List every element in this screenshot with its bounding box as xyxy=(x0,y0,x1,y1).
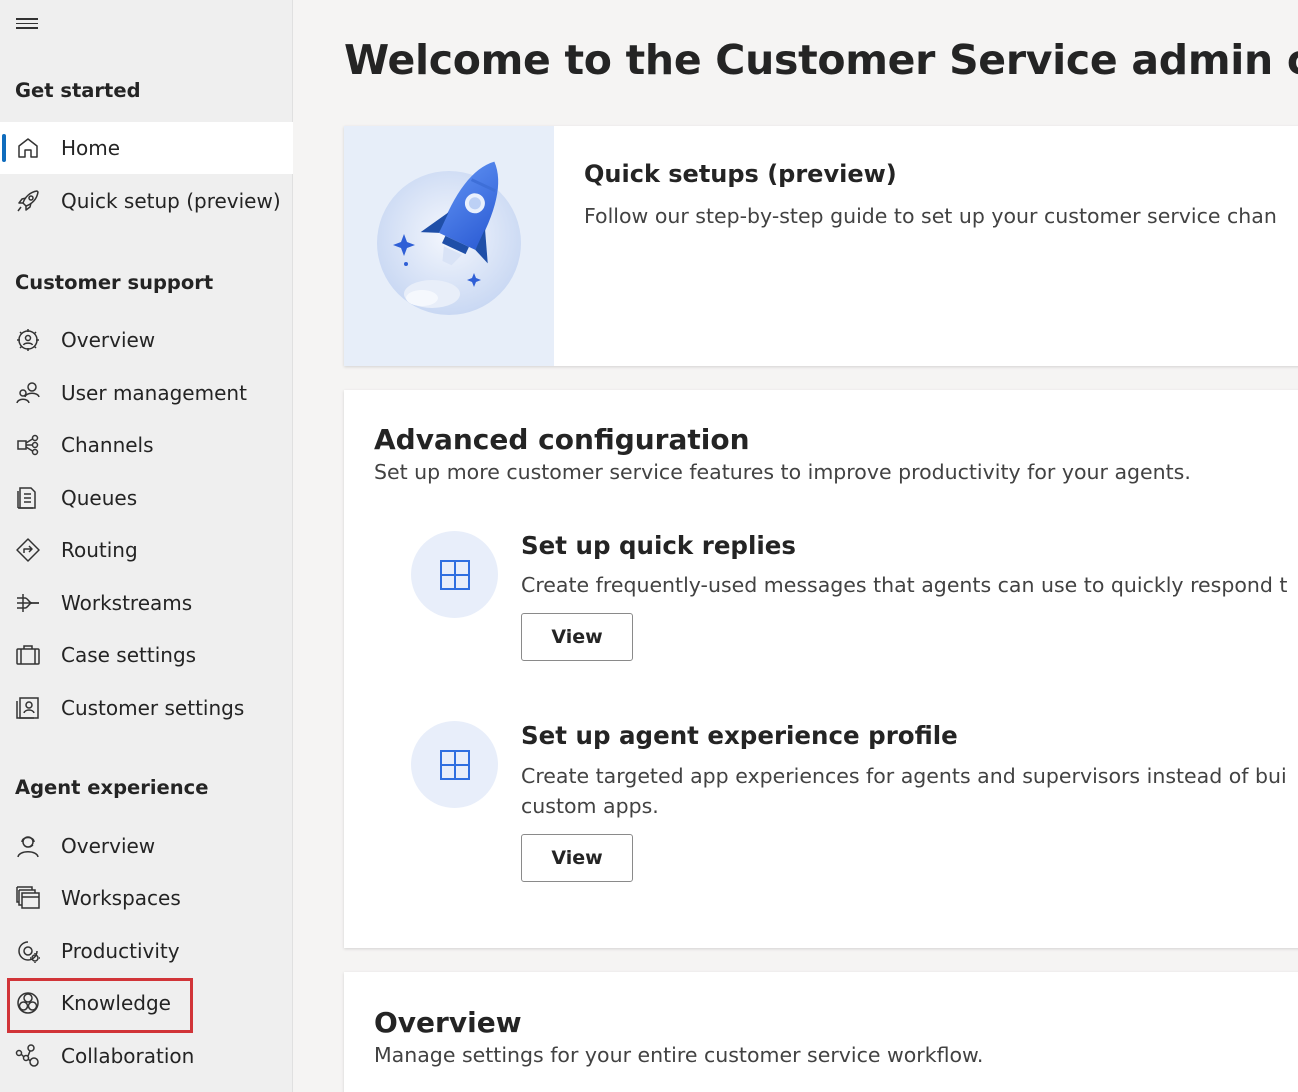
overview-description: Manage settings for your entire customer… xyxy=(374,1043,984,1067)
sidebar-item-label: Channels xyxy=(61,433,154,457)
sidebar-item-channels[interactable]: Channels xyxy=(0,419,293,471)
overview-card: Overview Manage settings for your entire… xyxy=(344,972,1298,1092)
overview-title: Overview xyxy=(374,1006,522,1039)
productivity-icon xyxy=(15,938,41,964)
agent-experience-profile-description-line-1: Create targeted app experiences for agen… xyxy=(521,764,1287,788)
channels-icon xyxy=(15,432,41,458)
agent-experience-profile-title: Set up agent experience profile xyxy=(521,721,958,750)
sidebar-item-workspaces[interactable]: Workspaces xyxy=(0,872,293,924)
sidebar-item-collaboration[interactable]: Collaboration xyxy=(0,1030,293,1082)
section-title-get-started: Get started xyxy=(15,79,141,102)
sidebar-item-label: Routing xyxy=(61,538,138,562)
headset-person-icon xyxy=(15,833,41,859)
sidebar-item-label: Collaboration xyxy=(61,1044,195,1068)
contact-card-icon xyxy=(15,695,41,721)
rocket-icon xyxy=(15,188,41,214)
sidebar-item-productivity[interactable]: Productivity xyxy=(0,925,293,977)
sidebar-item-label: Overview xyxy=(61,328,156,352)
quick-replies-title: Set up quick replies xyxy=(521,531,796,560)
agent-experience-profile-view-button[interactable]: View xyxy=(521,834,633,882)
home-icon xyxy=(15,135,41,161)
workspaces-icon xyxy=(15,885,41,911)
section-title-agent-experience: Agent experience xyxy=(15,776,209,799)
rocket-illustration xyxy=(344,126,554,366)
advanced-configuration-description: Set up more customer service features to… xyxy=(374,460,1191,484)
advanced-configuration-card: Advanced configuration Set up more custo… xyxy=(344,390,1298,948)
sidebar-item-label: Home xyxy=(61,136,121,160)
sidebar-item-label: Quick setup (preview) xyxy=(61,189,281,213)
briefcase-icon xyxy=(15,642,41,668)
grid-icon xyxy=(411,721,498,808)
advanced-configuration-title: Advanced configuration xyxy=(374,423,750,456)
sidebar-item-label: Workspaces xyxy=(61,886,181,910)
main-content: Welcome to the Customer Service admin ce… xyxy=(294,0,1298,1092)
sidebar-item-label: Workstreams xyxy=(61,591,193,615)
sidebar-item-home[interactable]: Home xyxy=(0,122,293,174)
collaboration-icon xyxy=(15,1043,41,1069)
sidebar-item-label: User management xyxy=(61,381,247,405)
quick-setup-description: Follow our step-by-step guide to set up … xyxy=(584,204,1277,228)
routing-icon xyxy=(15,537,41,563)
sidebar-item-label: Case settings xyxy=(61,643,197,667)
sidebar-item-routing[interactable]: Routing xyxy=(0,524,293,576)
quick-replies-view-button[interactable]: View xyxy=(521,613,633,661)
section-title-customer-support: Customer support xyxy=(15,271,214,294)
sidebar-item-user-management[interactable]: User management xyxy=(0,367,293,419)
sidebar: Get started Home Quick setup (preview) C… xyxy=(0,0,293,1092)
workstreams-icon xyxy=(15,590,41,616)
gear-people-icon xyxy=(15,327,41,353)
people-icon xyxy=(15,380,41,406)
quick-setup-card[interactable]: Quick setups (preview) Follow our step-b… xyxy=(344,126,1298,366)
hamburger-menu-icon[interactable] xyxy=(16,18,38,34)
sidebar-item-label: Customer settings xyxy=(61,696,245,720)
sidebar-item-case-settings[interactable]: Case settings xyxy=(0,629,293,681)
sidebar-item-label: Queues xyxy=(61,486,138,510)
agent-experience-profile-description-line-2: custom apps. xyxy=(521,794,659,818)
sidebar-item-queues[interactable]: Queues xyxy=(0,472,293,524)
quick-setup-title: Quick setups (preview) xyxy=(584,160,897,188)
sidebar-item-label: Productivity xyxy=(61,939,180,963)
sidebar-item-workstreams[interactable]: Workstreams xyxy=(0,577,293,629)
page-title: Welcome to the Customer Service admin ce… xyxy=(344,36,1298,84)
sidebar-item-quick-setup[interactable]: Quick setup (preview) xyxy=(0,175,293,227)
grid-icon xyxy=(411,531,498,618)
knowledge-highlight-box xyxy=(7,978,193,1033)
sidebar-item-overview-support[interactable]: Overview xyxy=(0,314,293,366)
sidebar-item-overview-agent[interactable]: Overview xyxy=(0,820,293,872)
sidebar-item-customer-settings[interactable]: Customer settings xyxy=(0,682,293,734)
quick-replies-description: Create frequently-used messages that age… xyxy=(521,573,1288,597)
sidebar-item-label: Overview xyxy=(61,834,156,858)
queues-icon xyxy=(15,485,41,511)
